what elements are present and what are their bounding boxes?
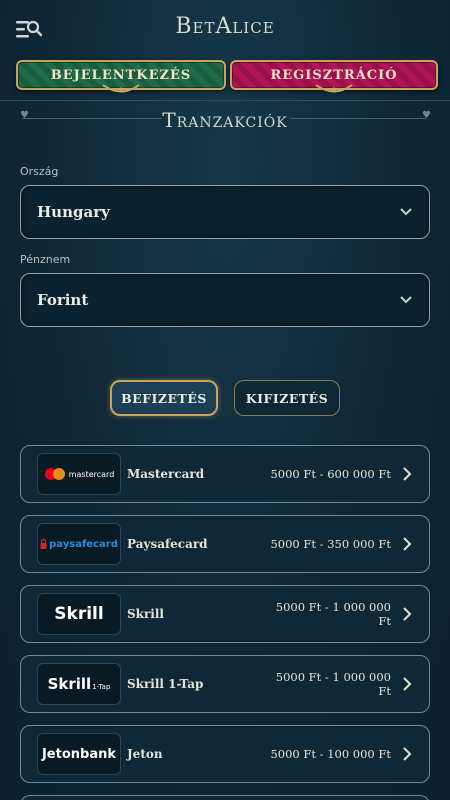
payment-method-name: Mastercard [127,467,205,481]
country-value: Hungary [37,203,110,221]
skrill-1tap-logo-text: Skrill [47,675,92,693]
payment-method-row[interactable]: paysafecard Paysafecard 5000 Ft - 350 00… [20,515,430,573]
currency-select[interactable]: Forint [20,273,430,327]
title-row: ♥ Tranzakciók ♥ [0,108,450,132]
chevron-right-icon [403,607,412,621]
skrill-1tap-logo: Skrill 1-Tap [37,663,121,705]
heart-icon: ♥ [422,110,431,121]
jetonbank-logo-text: Jetonbank [41,746,117,762]
chevron-right-icon [403,467,412,481]
title-divider-right [290,118,426,119]
country-label: Ország [20,165,59,178]
paysafecard-logo: paysafecard [37,523,121,565]
payment-method-range: 5000 Ft - 350 000 Ft [270,537,391,551]
login-ornament-icon [102,84,140,93]
chevron-right-icon [403,677,412,691]
chevron-down-icon [400,208,412,216]
payment-method-range: 5000 Ft - 1 000 000 Ft [275,670,391,698]
payment-method-name: Skrill [127,607,164,621]
skrill-1tap-logo-sub: 1-Tap [92,683,111,691]
payment-method-range: 5000 Ft - 600 000 Ft [270,467,391,481]
mastercard-circles-icon [44,468,65,480]
tab-withdraw[interactable]: KIFIZETÉS [234,380,340,416]
site-logo[interactable]: BetAlice [0,14,450,39]
register-ornament-icon [315,84,353,93]
currency-label: Pénznem [20,253,71,266]
payment-method-name: Paysafecard [127,537,208,551]
header-divider [0,100,450,101]
page-title: Tranzakciók [162,108,288,132]
jetonbank-logo: Jetonbank [37,733,121,775]
mastercard-logo-text: mastercard [68,469,115,479]
payment-method-row[interactable]: Jetonbank Jeton 5000 Ft - 100 000 Ft [20,725,430,783]
mastercard-logo: mastercard [37,453,121,495]
padlock-icon [40,539,47,549]
payment-method-range: 5000 Ft - 100 000 Ft [270,747,391,761]
chevron-right-icon [403,537,412,551]
country-select[interactable]: Hungary [20,185,430,239]
payment-method-row[interactable]: Skrill Skrill 5000 Ft - 1 000 000 Ft [20,585,430,643]
skrill-logo-text: Skrill [54,604,104,624]
payment-method-range: 5000 Ft - 1 000 000 Ft [275,600,391,628]
paysafecard-logo-text: paysafecard [49,538,118,550]
payment-method-row-partial[interactable] [20,795,430,800]
currency-value: Forint [37,291,89,309]
skrill-logo: Skrill [37,593,121,635]
payment-method-row[interactable]: Skrill 1-Tap Skrill 1-Tap 5000 Ft - 1 00… [20,655,430,713]
chevron-down-icon [400,296,412,304]
chevron-right-icon [403,747,412,761]
payment-method-name: Skrill 1-Tap [127,677,204,691]
tab-deposit[interactable]: BEFIZETÉS [110,380,218,416]
header: BetAlice BEJELENTKEZÉS REGISZTRÁCIÓ [0,0,450,100]
payment-method-name: Jeton [127,747,163,761]
payment-method-row[interactable]: mastercard Mastercard 5000 Ft - 600 000 … [20,445,430,503]
